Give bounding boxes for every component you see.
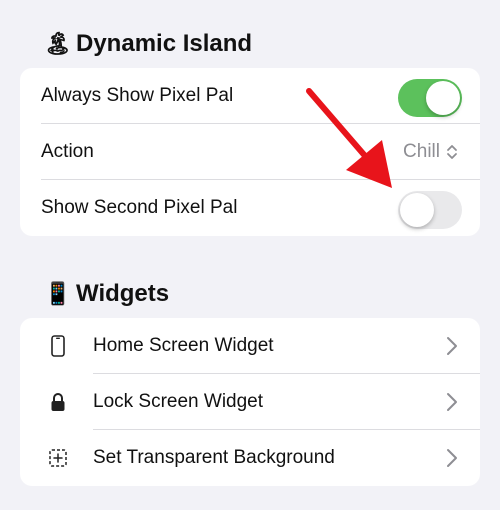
toggle-knob: [426, 81, 460, 115]
section-title-text: Dynamic Island: [76, 30, 253, 57]
row-home-screen-widget[interactable]: Home Screen Widget: [20, 318, 480, 374]
chevron-right-icon: [447, 337, 457, 355]
dynamic-island-card: Always Show Pixel Pal Action Chill Show …: [20, 68, 480, 236]
row-lock-screen-widget[interactable]: Lock Screen Widget: [20, 374, 480, 430]
chevron-up-down-icon: [447, 145, 457, 159]
action-label: Action: [41, 141, 94, 162]
chevron-right-icon: [447, 393, 457, 411]
island-emoji-icon: 🏝: [44, 31, 72, 56]
row-action[interactable]: Action Chill: [20, 124, 480, 180]
second-pal-toggle[interactable]: [398, 191, 462, 229]
lock-icon: [46, 390, 70, 414]
always-show-label: Always Show Pixel Pal: [41, 85, 234, 106]
section-title-widgets: 📱 Widgets: [44, 280, 169, 308]
action-picker[interactable]: Chill: [403, 124, 458, 180]
phone-emoji-icon: 📱: [44, 281, 72, 306]
chevron-right-icon: [447, 449, 457, 467]
section-title-text: Widgets: [76, 280, 170, 307]
transparent-bg-label: Set Transparent Background: [93, 447, 335, 468]
row-show-second-pixel-pal: Show Second Pixel Pal: [20, 180, 480, 236]
toggle-knob: [400, 193, 434, 227]
always-show-toggle[interactable]: [398, 79, 462, 117]
row-always-show-pixel-pal: Always Show Pixel Pal: [20, 68, 480, 124]
second-pal-label: Show Second Pixel Pal: [41, 197, 238, 218]
widgets-card: Home Screen Widget Lock Screen Widget Se…: [20, 318, 480, 486]
home-widget-label: Home Screen Widget: [93, 335, 274, 356]
lock-widget-label: Lock Screen Widget: [93, 391, 264, 412]
row-set-transparent-background[interactable]: Set Transparent Background: [20, 430, 480, 486]
action-value: Chill: [403, 141, 440, 162]
section-title-dynamic-island: 🏝 Dynamic Island: [44, 30, 252, 58]
iphone-icon: [46, 334, 70, 358]
dashed-plus-square-icon: [46, 446, 70, 470]
